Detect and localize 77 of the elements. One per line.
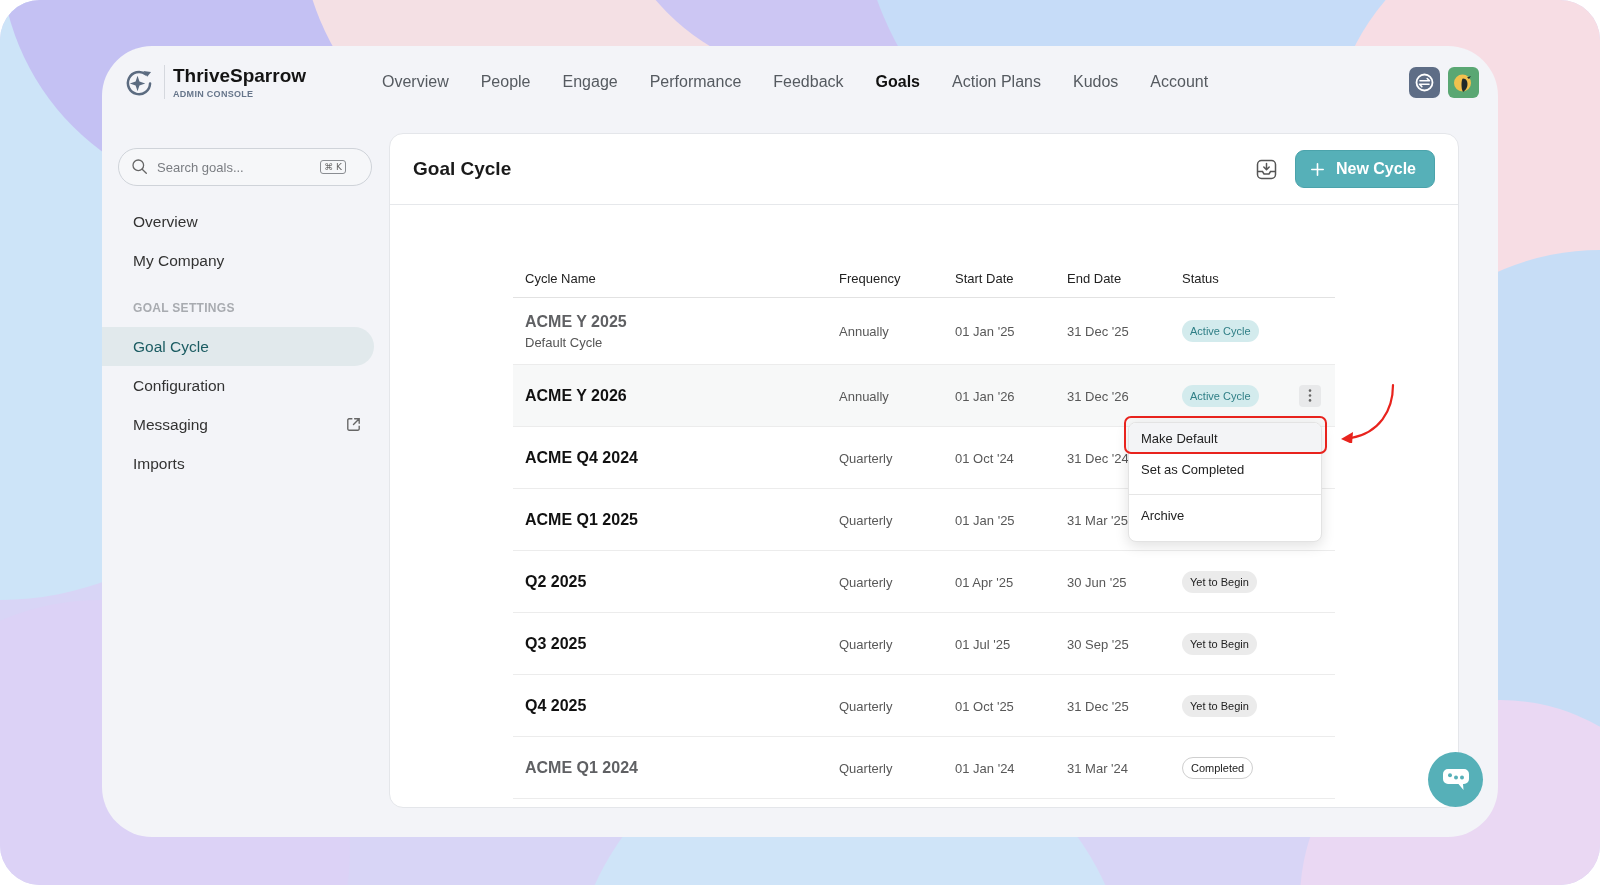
end-date: 31 Dec '24 xyxy=(1067,450,1129,466)
start-date: 01 Oct '24 xyxy=(955,450,1014,466)
sidebar-item[interactable]: Configuration xyxy=(102,366,374,405)
section-heading: GOAL SETTINGS xyxy=(132,300,236,317)
more-button[interactable] xyxy=(1299,384,1321,407)
annotation-arrow xyxy=(1339,383,1397,443)
frequency-text: Annually xyxy=(839,388,889,404)
vertical-dots-icon xyxy=(1308,389,1312,402)
frequency-text: Annually xyxy=(839,324,889,339)
download-icon[interactable] xyxy=(1255,158,1277,180)
nav-link[interactable]: Engage xyxy=(562,71,618,93)
cycle-name: ACME Y 2025 xyxy=(525,311,627,332)
chat-icon xyxy=(1441,767,1470,792)
sidebar-item[interactable]: Messaging xyxy=(102,405,374,444)
sidebar-item[interactable]: Goal Cycle xyxy=(102,327,374,366)
status-badge: Yet to Begin xyxy=(1182,632,1257,655)
menu-item[interactable]: Archive xyxy=(1129,494,1321,535)
cycle-name: ACME Q4 2024 xyxy=(525,447,638,468)
shortcut-hint: ⌘ K xyxy=(320,160,346,174)
column-header: End Date xyxy=(1067,271,1122,286)
end-date: 31 Dec '26 xyxy=(1067,388,1129,404)
frequency-text: Quarterly xyxy=(839,512,893,528)
status-badge: Active Cycle xyxy=(1182,320,1259,342)
page-title: Goal Cycle xyxy=(413,158,512,180)
column-header: Start Date xyxy=(955,271,1014,286)
frequency-text: Quarterly xyxy=(839,698,893,714)
status-badge: Completed xyxy=(1182,756,1254,779)
frequency-text: Quarterly xyxy=(839,636,893,652)
nav-link[interactable]: Account xyxy=(1150,71,1209,93)
status-badge: Yet to Begin xyxy=(1182,694,1257,717)
brand-subtitle: ADMIN CONSOLE xyxy=(173,87,255,100)
brand-name: ThriveSparrow xyxy=(173,64,307,87)
nav-link[interactable]: Kudos xyxy=(1072,71,1119,93)
swap-icon[interactable] xyxy=(1409,66,1440,98)
start-date: 01 Jan '25 xyxy=(955,324,1015,339)
start-date: 01 Jan '25 xyxy=(955,512,1015,528)
start-date: 01 Jul '25 xyxy=(955,636,1011,652)
cycle-name: Q4 2025 xyxy=(525,695,587,716)
plus-icon xyxy=(1310,162,1324,176)
cycle-name: ACME Q1 2025 xyxy=(525,509,638,530)
end-date: 31 Mar '24 xyxy=(1067,760,1128,776)
avatar-icon[interactable] xyxy=(1448,66,1479,98)
search-icon xyxy=(132,159,147,174)
cycle-name: ACME Q1 2024 xyxy=(525,757,638,778)
logo-icon xyxy=(125,68,152,96)
cycle-name: ACME Y 2026 xyxy=(525,385,627,406)
nav-link[interactable]: Goals xyxy=(875,71,920,93)
frequency-text: Quarterly xyxy=(839,450,893,466)
end-date: 30 Jun '25 xyxy=(1067,574,1127,590)
column-header: Cycle Name xyxy=(525,271,596,286)
nav-link[interactable]: Action Plans xyxy=(952,71,1041,93)
nav-link[interactable]: Performance xyxy=(649,71,742,93)
cycle-name: Q3 2025 xyxy=(525,633,587,654)
end-date: 30 Sep '25 xyxy=(1067,636,1129,652)
sidebar-item[interactable]: Imports xyxy=(102,444,374,483)
cycle-name: Q2 2025 xyxy=(525,571,587,592)
end-date: 31 Dec '25 xyxy=(1067,698,1129,714)
frequency-text: Quarterly xyxy=(839,760,893,776)
start-date: 01 Oct '25 xyxy=(955,698,1014,714)
status-badge: Yet to Begin xyxy=(1182,570,1257,593)
menu-item[interactable]: Make Default xyxy=(1129,423,1321,454)
column-header: Status xyxy=(1182,271,1219,286)
start-date: 01 Apr '25 xyxy=(955,574,1014,590)
nav-link[interactable]: Feedback xyxy=(773,71,844,93)
nav-link[interactable]: Overview xyxy=(382,71,449,93)
sidebar-item[interactable]: Overview xyxy=(102,202,374,241)
start-date: 01 Jan '24 xyxy=(955,760,1015,776)
nav-link[interactable]: People xyxy=(480,71,531,93)
sidebar-item[interactable]: My Company xyxy=(102,241,374,280)
menu-item[interactable]: Set as Completed xyxy=(1129,454,1321,485)
end-date: 31 Mar '25 xyxy=(1067,512,1128,528)
end-date: 31 Dec '25 xyxy=(1067,324,1129,339)
frequency-text: Quarterly xyxy=(839,574,893,590)
cycle-subtitle: Default Cycle xyxy=(525,333,604,351)
column-header: Frequency xyxy=(839,271,901,286)
status-badge: Active Cycle xyxy=(1182,384,1259,407)
start-date: 01 Jan '26 xyxy=(955,388,1015,404)
